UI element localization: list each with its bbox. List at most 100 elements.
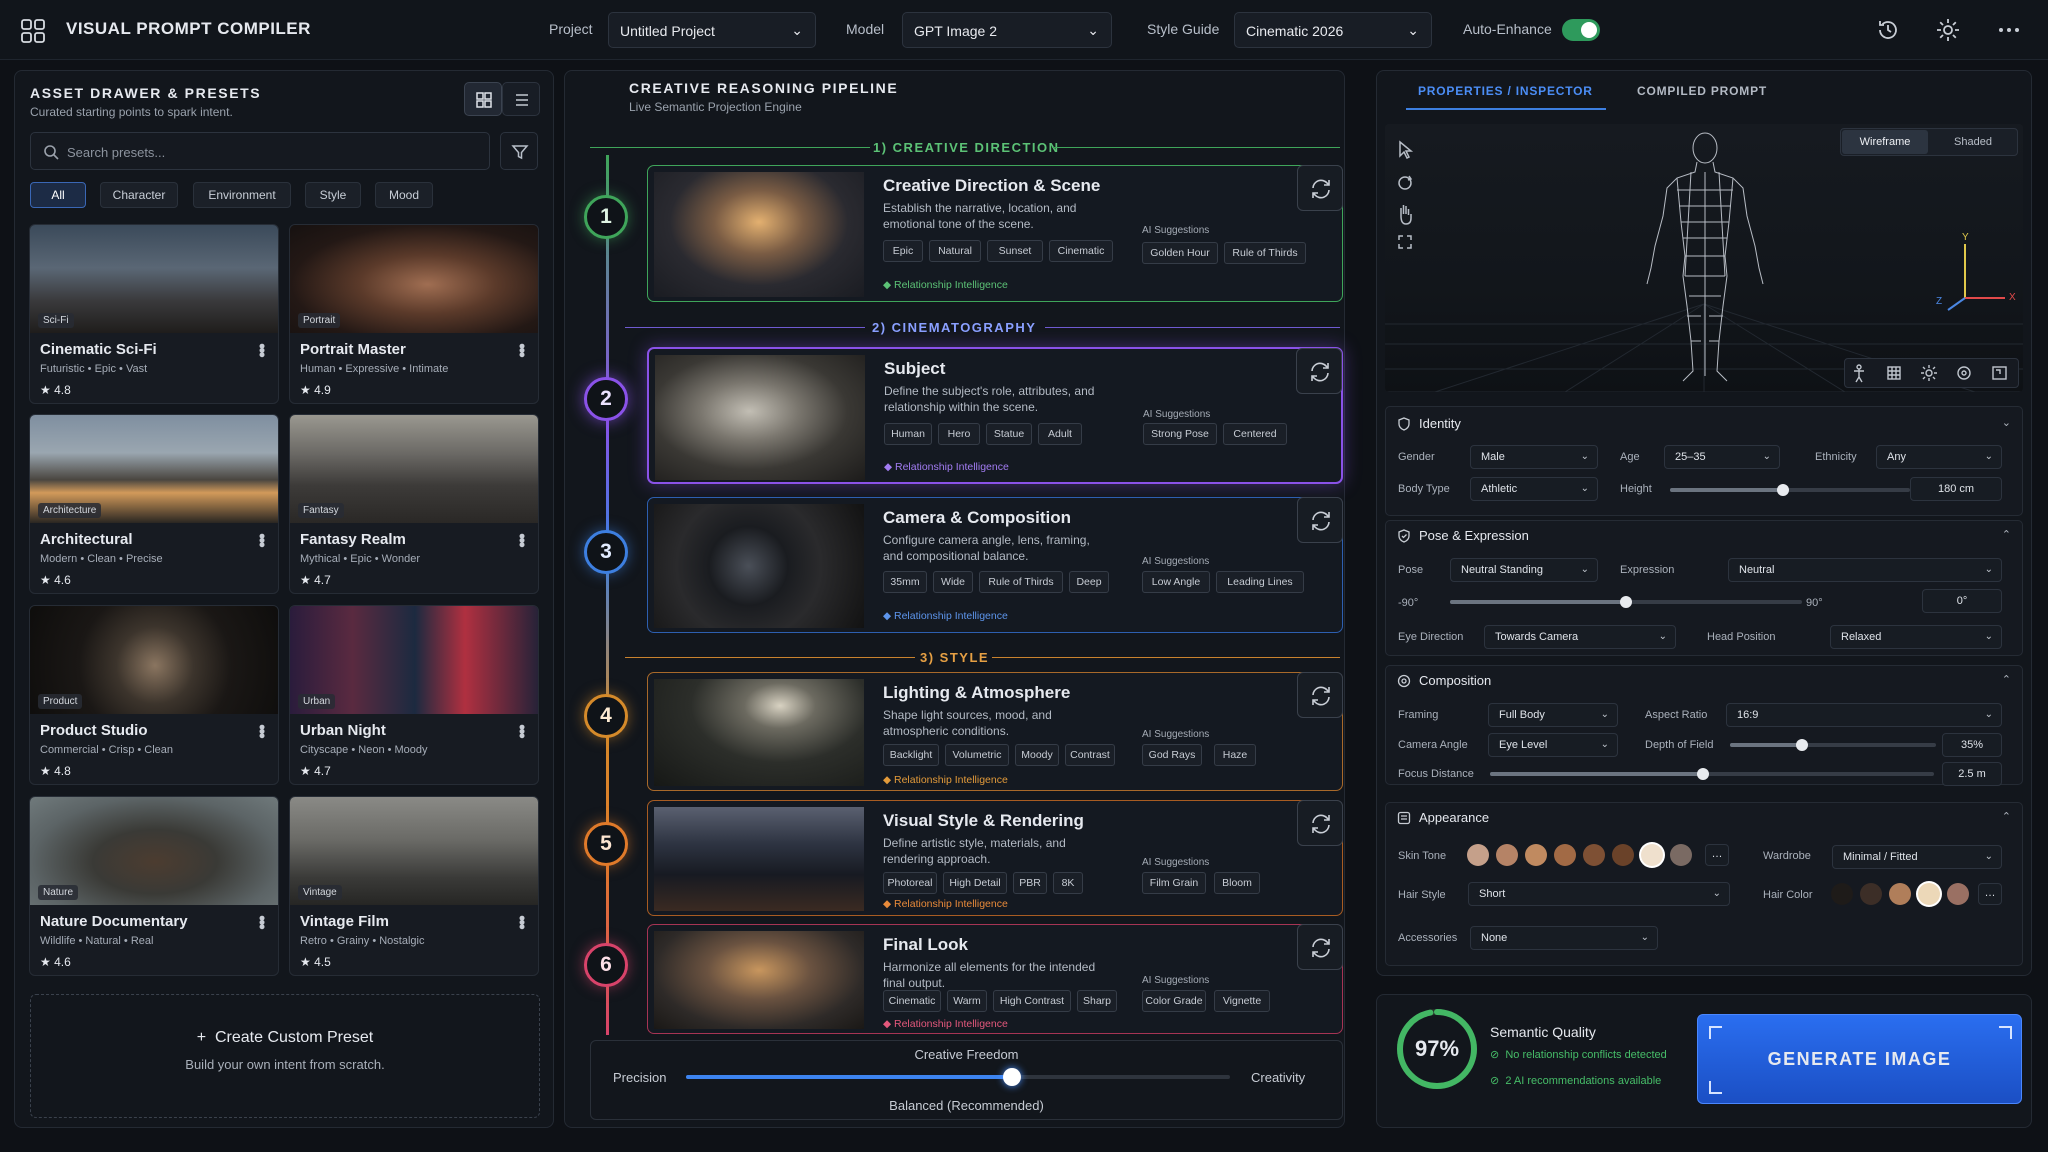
- tab-compiled-prompt[interactable]: COMPILED PROMPT: [1637, 84, 1767, 98]
- hair-color-swatch[interactable]: [1889, 883, 1911, 905]
- refresh-button[interactable]: [1297, 497, 1343, 543]
- kebab-menu-icon[interactable]: •••: [252, 343, 272, 356]
- grid-icon[interactable]: [1887, 366, 1901, 380]
- pose-header[interactable]: Pose & Expression ⌃: [1385, 520, 2023, 552]
- creative-freedom-slider[interactable]: [686, 1068, 1230, 1086]
- appearance-header[interactable]: Appearance ⌃: [1385, 802, 2023, 834]
- kebab-menu-icon[interactable]: •••: [252, 533, 272, 546]
- rotate-icon[interactable]: [1398, 175, 1413, 190]
- skin-tone-swatch[interactable]: [1583, 844, 1605, 866]
- skin-tone-swatch[interactable]: [1467, 844, 1489, 866]
- kebab-menu-icon[interactable]: •••: [512, 915, 532, 928]
- refresh-button[interactable]: [1296, 348, 1342, 394]
- select-cursor-icon[interactable]: [1399, 140, 1414, 160]
- skin-tone-swatch[interactable]: [1554, 844, 1576, 866]
- tag-pill[interactable]: PBR: [1013, 872, 1047, 894]
- model-select[interactable]: GPT Image 2 ⌄: [902, 12, 1112, 48]
- history-icon[interactable]: [1874, 16, 1902, 44]
- tag-pill[interactable]: Adult: [1038, 423, 1082, 445]
- frame-toggle-icon[interactable]: [1992, 366, 2007, 380]
- ai-suggestion-pill[interactable]: Vignette: [1214, 990, 1270, 1012]
- relationship-intelligence-link[interactable]: ◆ Relationship Intelligence: [884, 461, 1009, 473]
- refresh-button[interactable]: [1297, 165, 1343, 211]
- ethnicity-select[interactable]: Any ⌄: [1876, 445, 2002, 469]
- relationship-intelligence-link[interactable]: ◆ Relationship Intelligence: [883, 610, 1008, 622]
- preset-card-nature[interactable]: Nature Nature Documentary Wildlife • Nat…: [29, 796, 279, 976]
- depth-of-field-value[interactable]: 35%: [1942, 733, 2002, 757]
- preset-card-architectural[interactable]: Architecture Architectural Modern • Clea…: [29, 414, 279, 594]
- body-type-select[interactable]: Athletic ⌄: [1470, 477, 1598, 501]
- skin-tone-swatch[interactable]: [1612, 844, 1634, 866]
- tag-pill[interactable]: Deep: [1069, 571, 1109, 593]
- tag-pill[interactable]: Sunset: [987, 240, 1043, 262]
- camera-angle-select[interactable]: Eye Level ⌄: [1488, 733, 1618, 757]
- kebab-menu-icon[interactable]: •••: [512, 533, 532, 546]
- ai-suggestion-pill[interactable]: Centered: [1223, 423, 1287, 445]
- project-select[interactable]: Untitled Project ⌄: [608, 12, 816, 48]
- tag-pill[interactable]: Wide: [933, 571, 973, 593]
- tag-pill[interactable]: Backlight: [883, 744, 939, 766]
- grid-view-button[interactable]: [464, 82, 502, 116]
- stage-camera-composition[interactable]: Camera & Composition Configure camera an…: [647, 497, 1343, 633]
- tag-pill[interactable]: Cinematic: [1049, 240, 1113, 262]
- tag-pill[interactable]: Volumetric: [945, 744, 1009, 766]
- 3d-viewport[interactable]: Wireframe Shaded Y X Z: [1385, 124, 2023, 392]
- stage-lighting-atmosphere[interactable]: Lighting & Atmosphere Shape light source…: [647, 672, 1343, 791]
- kebab-menu-icon[interactable]: •••: [512, 724, 532, 737]
- hair-style-select[interactable]: Short ⌄: [1468, 882, 1730, 906]
- hair-color-swatch[interactable]: [1831, 883, 1853, 905]
- preset-card-urban[interactable]: Urban Urban Night Cityscape • Neon • Moo…: [289, 605, 539, 785]
- ai-suggestion-pill[interactable]: Strong Pose: [1143, 423, 1217, 445]
- tag-pill[interactable]: Photoreal: [883, 872, 937, 894]
- identity-header[interactable]: Identity ⌄: [1385, 408, 2023, 440]
- depth-of-field-slider[interactable]: [1730, 739, 1936, 751]
- relationship-intelligence-link[interactable]: ◆ Relationship Intelligence: [883, 898, 1008, 910]
- ai-suggestion-pill[interactable]: Rule of Thirds: [1224, 242, 1306, 264]
- pose-figure-icon[interactable]: [1854, 364, 1864, 383]
- focus-distance-slider[interactable]: [1490, 768, 1934, 780]
- auto-enhance-toggle[interactable]: [1562, 19, 1600, 41]
- slider-handle[interactable]: [1796, 739, 1809, 751]
- kebab-menu-icon[interactable]: •••: [252, 724, 272, 737]
- rotation-value-field[interactable]: 0°: [1922, 589, 2002, 613]
- framing-select[interactable]: Full Body ⌄: [1488, 703, 1618, 727]
- head-position-select[interactable]: Relaxed ⌄: [1830, 625, 2002, 649]
- refresh-button[interactable]: [1297, 672, 1343, 718]
- ai-suggestion-pill[interactable]: Bloom: [1214, 872, 1260, 894]
- height-value-field[interactable]: 180 cm: [1910, 477, 2002, 501]
- tag-pill[interactable]: Sharp: [1077, 990, 1117, 1012]
- tag-pill[interactable]: 35mm: [883, 571, 927, 593]
- stage-creative-direction[interactable]: Creative Direction & Scene Establish the…: [647, 165, 1343, 302]
- relationship-intelligence-link[interactable]: ◆ Relationship Intelligence: [883, 1018, 1008, 1030]
- tag-pill[interactable]: High Detail: [943, 872, 1007, 894]
- tag-pill[interactable]: 8K: [1053, 872, 1083, 894]
- material-sphere-icon[interactable]: [1957, 366, 1971, 380]
- slider-handle[interactable]: [1697, 768, 1710, 780]
- height-slider[interactable]: [1670, 484, 1910, 496]
- tag-pill[interactable]: Human: [884, 423, 932, 445]
- pan-hand-icon[interactable]: [1400, 205, 1412, 225]
- chip-all[interactable]: All: [30, 182, 86, 208]
- tag-pill[interactable]: Epic: [883, 240, 923, 262]
- style-guide-select[interactable]: Cinematic 2026 ⌄: [1234, 12, 1432, 48]
- ai-suggestion-pill[interactable]: Film Grain: [1142, 872, 1206, 894]
- ai-suggestion-pill[interactable]: Color Grade: [1142, 990, 1206, 1012]
- ai-suggestion-pill[interactable]: Golden Hour: [1142, 242, 1218, 264]
- stage-final-look[interactable]: Final Look Harmonize all elements for th…: [647, 924, 1343, 1034]
- chip-environment[interactable]: Environment: [193, 182, 291, 208]
- more-options-icon[interactable]: [1995, 16, 2023, 44]
- chip-character[interactable]: Character: [100, 182, 178, 208]
- refresh-button[interactable]: [1297, 924, 1343, 970]
- more-hair-colors-button[interactable]: …: [1978, 883, 2002, 905]
- filter-button[interactable]: [500, 132, 538, 170]
- tag-pill[interactable]: Hero: [938, 423, 980, 445]
- wardrobe-select[interactable]: Minimal / Fitted ⌄: [1832, 845, 2002, 869]
- more-skin-tones-button[interactable]: …: [1705, 844, 1729, 866]
- hair-color-swatch-selected[interactable]: [1918, 883, 1940, 905]
- skin-tone-swatch-selected[interactable]: [1641, 844, 1663, 866]
- create-custom-preset-button[interactable]: + Create Custom Preset Build your own in…: [30, 994, 540, 1118]
- fit-frame-icon[interactable]: [1398, 235, 1412, 249]
- tag-pill[interactable]: Warm: [947, 990, 987, 1012]
- ai-suggestion-pill[interactable]: Leading Lines: [1216, 571, 1304, 593]
- wireframe-mode-button[interactable]: Wireframe: [1842, 130, 1928, 154]
